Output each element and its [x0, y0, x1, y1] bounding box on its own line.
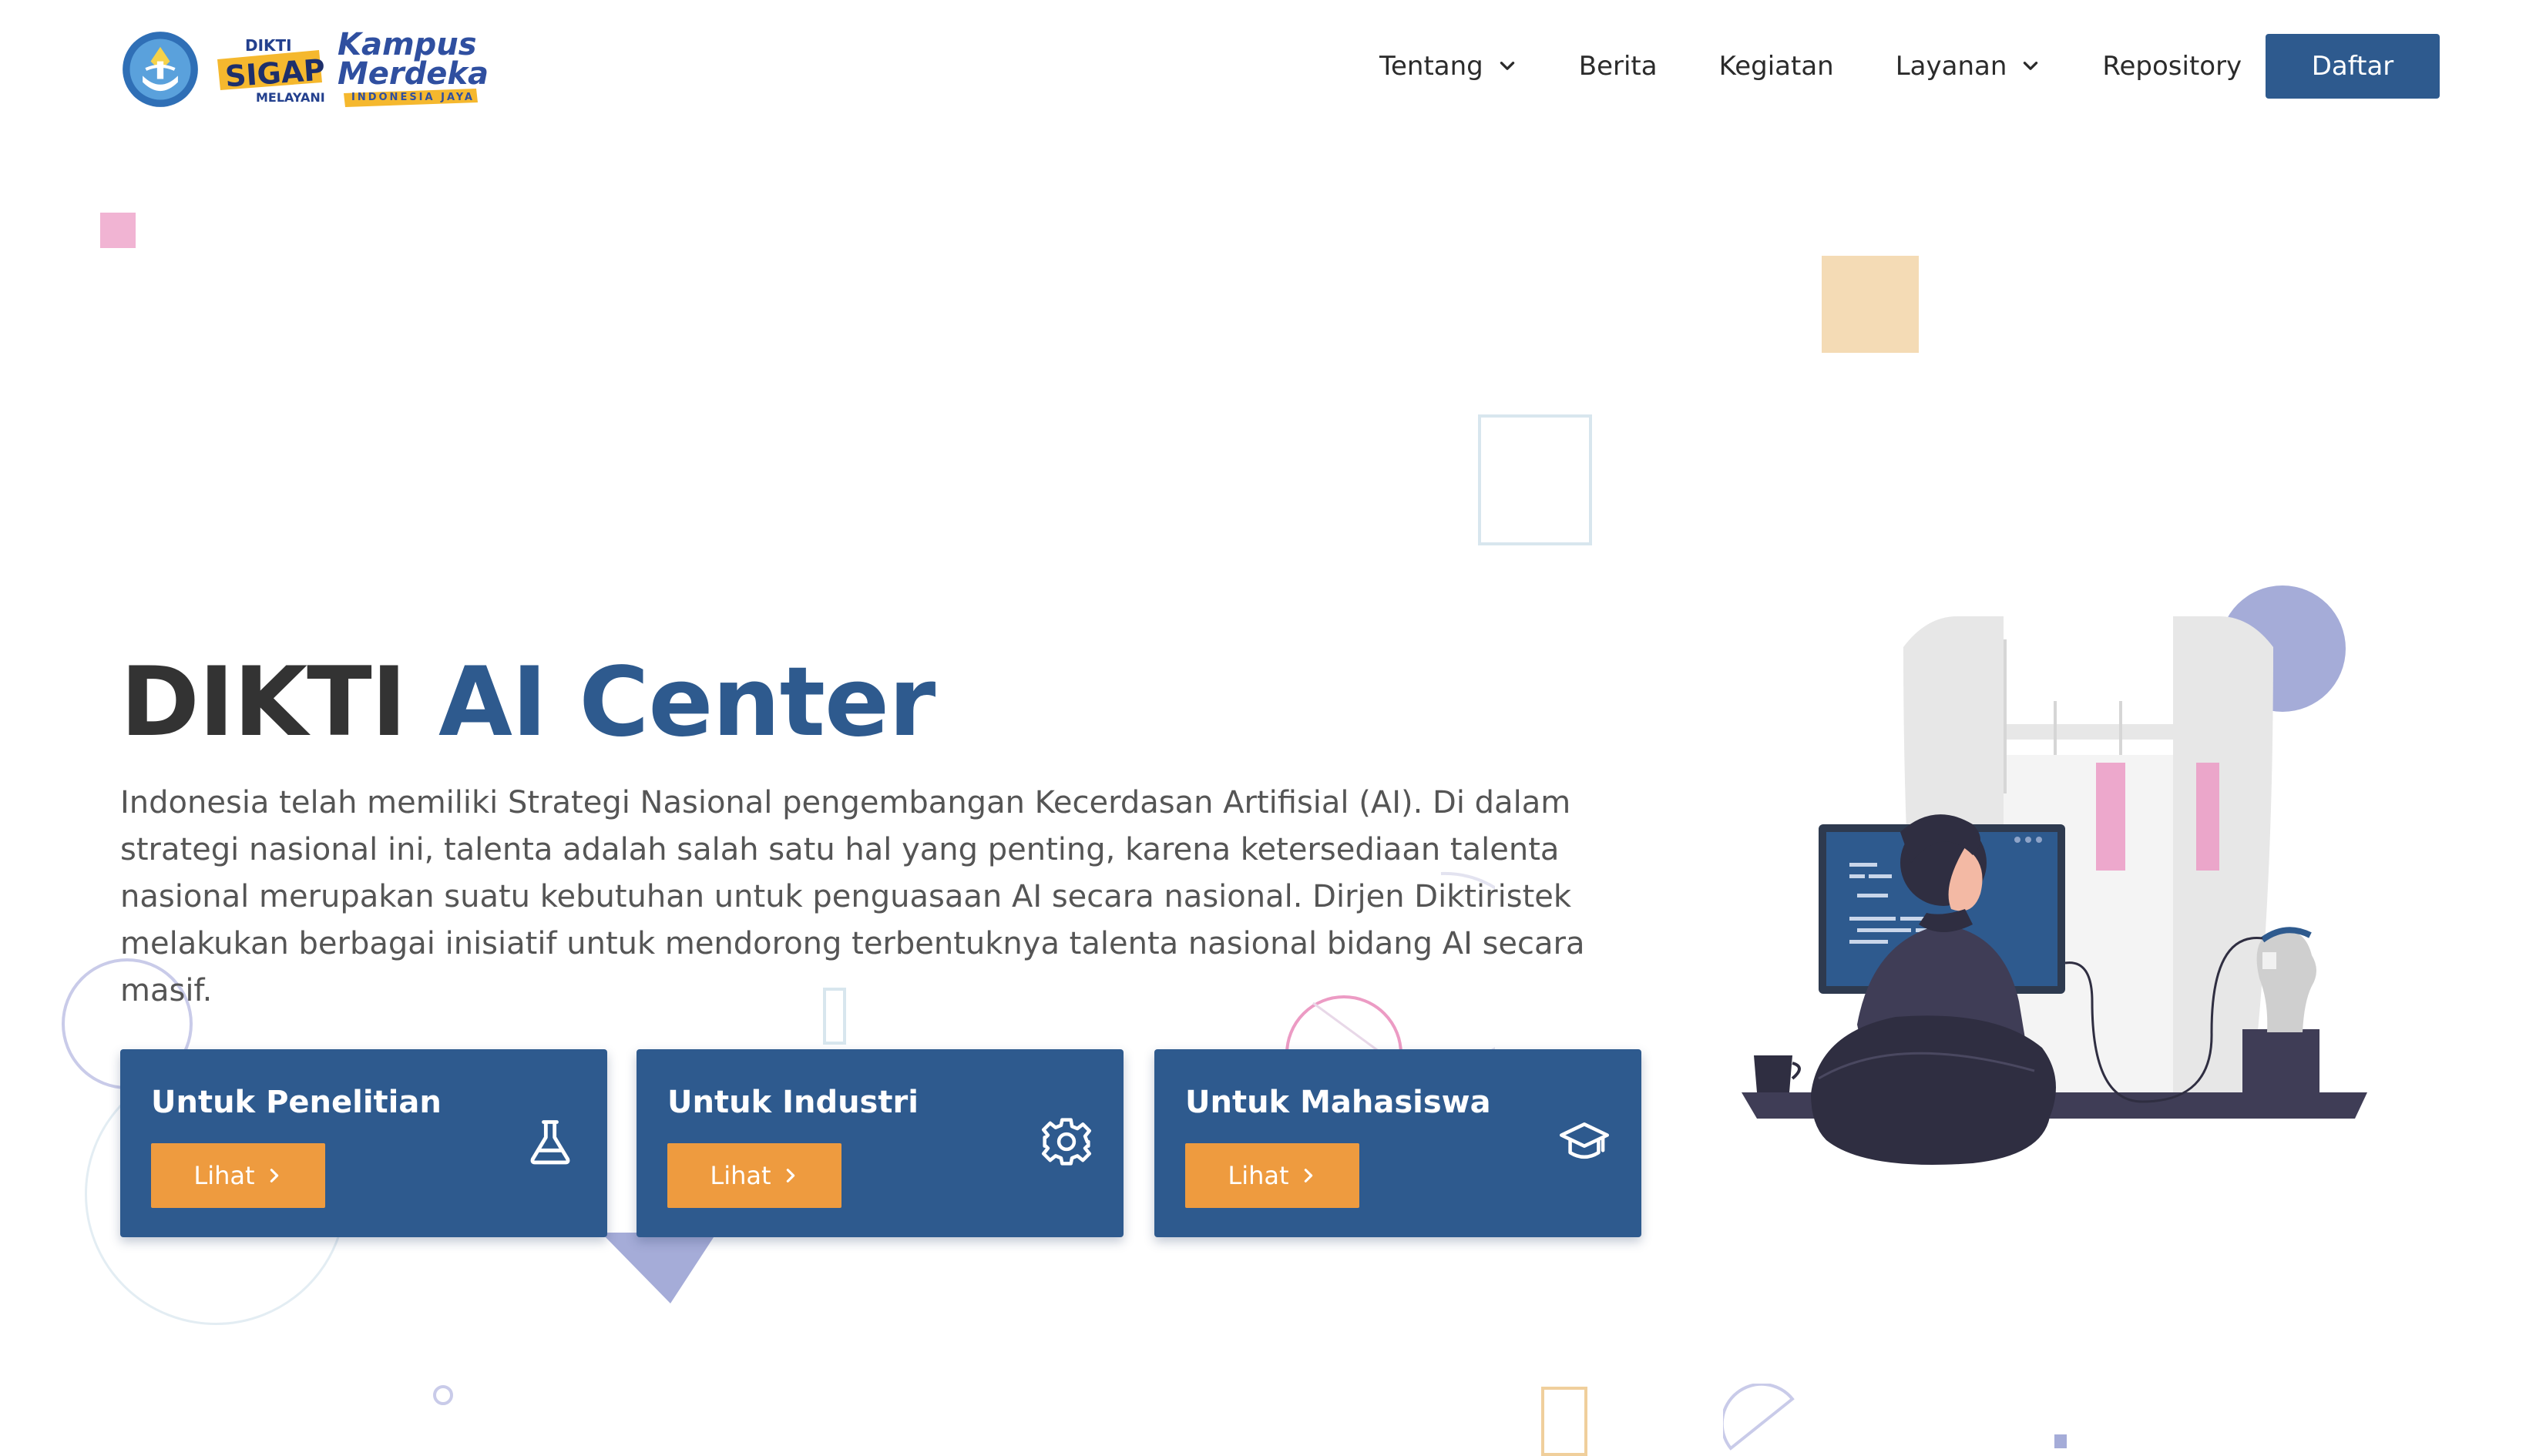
hero-illustration	[1742, 616, 2367, 1165]
nav-item-label: Layanan	[1895, 51, 2007, 82]
decor-outline-square	[1478, 414, 1592, 545]
card-mahasiswa: Untuk Mahasiswa Lihat	[1154, 1049, 1641, 1237]
button-label: Lihat	[710, 1161, 771, 1190]
card-penelitian: Untuk Penelitian Lihat	[120, 1049, 607, 1237]
chevron-right-icon	[270, 1169, 278, 1183]
nav-item-repository[interactable]: Repository	[2102, 51, 2242, 82]
card-title: Untuk Industri	[667, 1085, 919, 1120]
decor-orange-square	[1822, 256, 1919, 353]
title-dikti: DIKTI	[120, 647, 439, 758]
lihat-mahasiswa-button[interactable]: Lihat	[1185, 1143, 1359, 1208]
flask-icon	[530, 1120, 570, 1165]
chevron-down-icon	[1500, 62, 1514, 70]
card-title: Untuk Mahasiswa	[1185, 1085, 1491, 1120]
graduation-cap-icon	[1559, 1122, 1610, 1159]
decor-outline-halfcircle	[1723, 1384, 1795, 1451]
kampus-merdeka-logo: Kampus Merdeka INDONESIA JAYA	[338, 27, 492, 112]
tut-wuri-handayani-logo	[123, 32, 198, 107]
merdeka-text: Merdeka	[338, 56, 489, 92]
main-nav: Tentang Berita Kegiatan Layanan Reposito…	[1379, 34, 2272, 99]
decor-purple-bar	[2054, 1434, 2067, 1448]
nav-item-tentang[interactable]: Tentang	[1379, 51, 1517, 82]
sigap-main-text: SIGAP	[223, 52, 327, 94]
chevron-right-icon	[786, 1169, 794, 1183]
decor-orange-outline-rect	[1541, 1387, 1587, 1456]
decor-pink-square	[100, 213, 136, 248]
indonesia-jaya-text: INDONESIA JAYA	[351, 92, 475, 103]
gear-icon	[1041, 1118, 1092, 1166]
sigap-bottom-text: MELAYANI	[256, 90, 325, 105]
decor-small-ring	[433, 1385, 453, 1405]
button-label: Lihat	[193, 1161, 255, 1190]
title-ai-center: AI Center	[438, 647, 935, 758]
card-industri: Untuk Industri Lihat	[637, 1049, 1124, 1237]
logo-group[interactable]: DIKTI SIGAP MELAYANI Kampus Merdeka INDO…	[120, 23, 492, 116]
hero-description: Indonesia telah memiliki Strategi Nasion…	[120, 785, 1585, 1008]
nav-item-layanan[interactable]: Layanan	[1896, 51, 2041, 82]
page-title: DIKTI AI Center	[120, 647, 935, 758]
nav-item-label: Kegiatan	[1718, 51, 1834, 82]
nav-item-label: Repository	[2102, 51, 2242, 82]
nav-item-berita[interactable]: Berita	[1579, 51, 1658, 82]
dikti-sigap-logo: DIKTI SIGAP MELAYANI	[211, 27, 327, 112]
sigap-top-text: DIKTI	[245, 36, 292, 55]
decor-purple-triangle	[601, 1233, 717, 1303]
lihat-penelitian-button[interactable]: Lihat	[151, 1143, 325, 1208]
daftar-button[interactable]: Daftar	[2266, 34, 2440, 99]
button-label: Lihat	[1228, 1161, 1289, 1190]
chevron-right-icon	[1304, 1169, 1312, 1183]
nav-item-label: Tentang	[1379, 51, 1483, 82]
site-header: DIKTI SIGAP MELAYANI Kampus Merdeka INDO…	[0, 0, 2526, 131]
card-title: Untuk Penelitian	[151, 1085, 442, 1120]
lihat-industri-button[interactable]: Lihat	[667, 1143, 841, 1208]
nav-item-kegiatan[interactable]: Kegiatan	[1719, 51, 1834, 82]
chevron-down-icon	[2024, 62, 2038, 70]
nav-item-label: Berita	[1578, 51, 1658, 82]
